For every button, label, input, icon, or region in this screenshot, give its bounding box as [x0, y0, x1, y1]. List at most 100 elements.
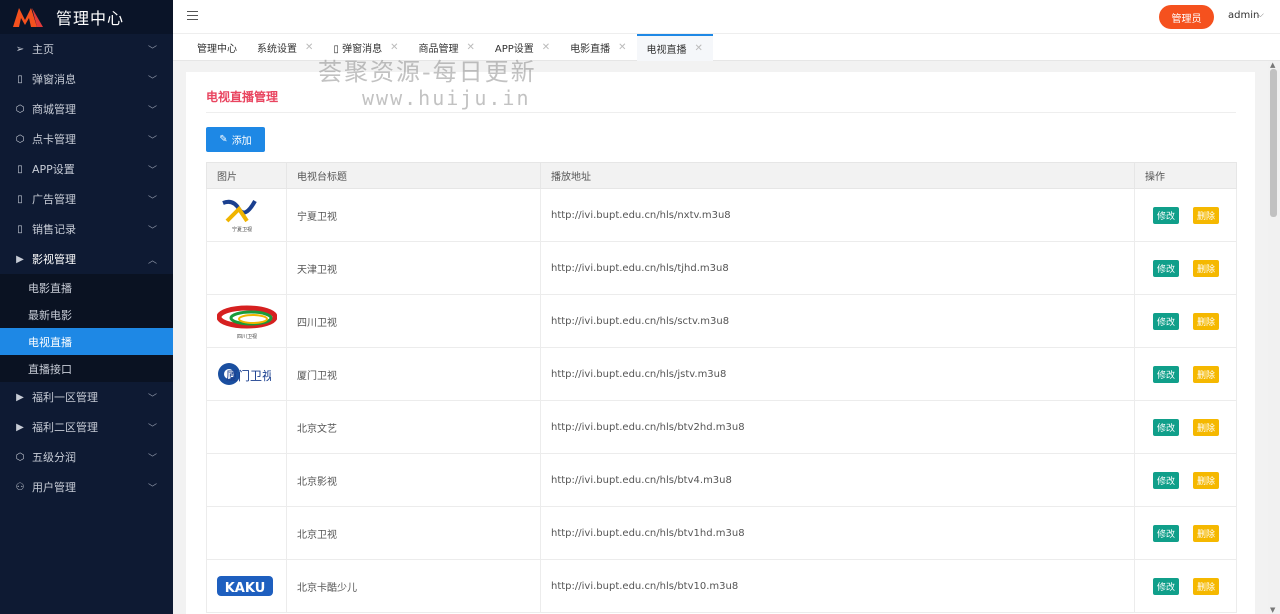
- header-actions: 操作: [1134, 162, 1237, 189]
- sidebar-item-label: 商城管理: [32, 103, 76, 116]
- sidebar-item-8[interactable]: ▶ 影视管理 ︿: [0, 244, 173, 274]
- channel-url: http://ivi.bupt.edu.cn/hls/btv1hd.m3u8: [540, 506, 1135, 560]
- brand-title: 管理中心: [56, 9, 125, 28]
- delete-button[interactable]: 删除: [1193, 365, 1220, 383]
- actions-cell: 修改 删除: [1134, 294, 1237, 348]
- chevron-down-icon: ﹀: [147, 135, 157, 146]
- chevron-down-icon: ﹀: [147, 195, 157, 206]
- channel-title: 宁夏卫视: [286, 188, 541, 242]
- edit-button[interactable]: 修改: [1153, 312, 1180, 330]
- sidebar-item-label: 五级分润: [32, 451, 76, 464]
- actions-cell: 修改 删除: [1134, 241, 1237, 295]
- user-name[interactable]: admin: [1228, 10, 1259, 21]
- header-image: 图片: [206, 162, 287, 189]
- chevron-down-icon[interactable]: ⌵: [1257, 10, 1264, 20]
- sidebar-item-6[interactable]: ▯ 广告管理 ﹀: [0, 184, 173, 214]
- sub-item-4[interactable]: 直播接口: [0, 355, 173, 382]
- ningxia-tv-logo: 宁夏卫视: [222, 199, 257, 233]
- delete-button[interactable]: 删除: [1193, 259, 1220, 277]
- tab-label: 管理中心: [197, 44, 237, 55]
- channel-image-cell: 厦门卫视: [206, 347, 287, 401]
- sidebar-item-after-4[interactable]: ⚇ 用户管理 ﹀: [0, 472, 173, 502]
- delete-button[interactable]: 删除: [1193, 471, 1220, 489]
- scroll-down-icon[interactable]: ▼: [1270, 606, 1275, 614]
- edit-button[interactable]: 修改: [1153, 365, 1180, 383]
- tab-6[interactable]: 电影直播 ✕: [560, 34, 636, 61]
- tab-7[interactable]: 电视直播 ✕: [636, 34, 713, 61]
- chevron-down-icon: ﹀: [147, 165, 157, 176]
- table-row: 北京影视 http://ivi.bupt.edu.cn/hls/btv4.m3u8…: [206, 453, 1237, 507]
- channel-url: http://ivi.bupt.edu.cn/hls/btv10.m3u8: [540, 559, 1135, 613]
- sidebar: 管理中心 ➢ 主页 ﹀ ▯ 弹窗消息 ﹀ ⬡ 商城管理 ﹀ ⬡ 点卡管理 ﹀ ▯ APP设置 ﹀ ▯ 广告管理 ﹀…: [0, 0, 173, 614]
- chevron-down-icon: ﹀: [147, 423, 157, 434]
- actions-cell: 修改 删除: [1134, 400, 1237, 454]
- actions-cell: 修改 删除: [1134, 453, 1237, 507]
- xiamen-logo-text: 厦门卫视: [226, 368, 271, 383]
- add-button-label: 添加: [231, 136, 252, 147]
- delete-button[interactable]: 删除: [1193, 206, 1220, 224]
- sidebar-item-after-1[interactable]: ▶ 福利一区管理 ﹀: [0, 382, 173, 412]
- sidebar-item-1[interactable]: ➢ 主页 ﹀: [0, 34, 173, 64]
- role-badge-button[interactable]: 管理员: [1159, 5, 1214, 29]
- edit-button[interactable]: 修改: [1153, 577, 1180, 595]
- edit-button[interactable]: 修改: [1153, 259, 1180, 277]
- chevron-down-icon: ﹀: [147, 483, 157, 494]
- channel-url: http://ivi.bupt.edu.cn/hls/btv4.m3u8: [540, 453, 1135, 507]
- sub-menu-video: 电影直播 最新电影 电视直播 直播接口: [0, 274, 173, 382]
- channel-title: 四川卫视: [286, 294, 541, 348]
- tab-2[interactable]: 系统设置 ✕: [247, 34, 323, 61]
- mobile-icon: ▯: [17, 73, 23, 85]
- close-icon[interactable]: ✕: [695, 43, 703, 54]
- watermark-line1: 荟聚资源-每日更新: [318, 58, 537, 86]
- edit-button[interactable]: 修改: [1153, 206, 1180, 224]
- sichuan-logo-text: 四川卫视: [237, 333, 257, 340]
- channel-image-cell: KAKU: [206, 559, 287, 613]
- channel-image-cell: 四川卫视: [206, 294, 287, 348]
- menu-toggle-icon[interactable]: [187, 11, 198, 21]
- sidebar-item-2[interactable]: ▯ 弹窗消息 ﹀: [0, 64, 173, 94]
- table-row: 北京卫视 http://ivi.bupt.edu.cn/hls/btv1hd.m3…: [206, 506, 1237, 560]
- sidebar-item-7[interactable]: ▯ 销售记录 ﹀: [0, 214, 173, 244]
- channel-title: 北京文艺: [286, 400, 541, 454]
- delete-button[interactable]: 删除: [1193, 577, 1220, 595]
- send-icon: ➢: [15, 43, 25, 55]
- sub-item-1[interactable]: 电影直播: [0, 274, 173, 301]
- sub-item-3[interactable]: 电视直播: [0, 328, 173, 355]
- sidebar-item-label: 主页: [32, 43, 54, 56]
- channel-title: 北京卫视: [286, 506, 541, 560]
- top-header: 管理员 admin ⌵: [173, 0, 1280, 34]
- scroll-up-icon[interactable]: ▲: [1270, 61, 1275, 69]
- sidebar-item-4[interactable]: ⬡ 点卡管理 ﹀: [0, 124, 173, 154]
- channel-title: 天津卫视: [286, 241, 541, 295]
- tab-1[interactable]: 管理中心: [187, 34, 247, 61]
- table-row: 北京文艺 http://ivi.bupt.edu.cn/hls/btv2hd.m3…: [206, 400, 1237, 454]
- channel-url: http://ivi.bupt.edu.cn/hls/jstv.m3u8: [540, 347, 1135, 401]
- add-button[interactable]: ✎ 添加: [206, 127, 265, 152]
- scroll-thumb[interactable]: [1270, 69, 1277, 217]
- kaku-logo-text: KAKU: [225, 581, 266, 596]
- actions-cell: 修改 删除: [1134, 506, 1237, 560]
- brand-logo[interactable]: 管理中心: [0, 0, 173, 34]
- edit-button[interactable]: 修改: [1153, 471, 1180, 489]
- sidebar-item-label: APP设置: [32, 163, 75, 176]
- title-divider: [206, 112, 1236, 113]
- delete-button[interactable]: 删除: [1193, 524, 1220, 542]
- vertical-scrollbar[interactable]: ▲ ▼: [1268, 61, 1280, 614]
- cube-icon: ⬡: [15, 103, 25, 115]
- actions-cell: 修改 删除: [1134, 347, 1237, 401]
- channel-image-cell: [206, 506, 287, 560]
- edit-button[interactable]: 修改: [1153, 524, 1180, 542]
- delete-button[interactable]: 删除: [1193, 418, 1220, 436]
- close-icon[interactable]: ✕: [542, 42, 550, 53]
- sidebar-item-5[interactable]: ▯ APP设置 ﹀: [0, 154, 173, 184]
- edit-button[interactable]: 修改: [1153, 418, 1180, 436]
- sub-item-2[interactable]: 最新电影: [0, 301, 173, 328]
- channel-image-cell: [206, 453, 287, 507]
- sidebar-item-after-2[interactable]: ▶ 福利二区管理 ﹀: [0, 412, 173, 442]
- channel-title: 北京影视: [286, 453, 541, 507]
- close-icon[interactable]: ✕: [305, 42, 313, 53]
- delete-button[interactable]: 删除: [1193, 312, 1220, 330]
- sidebar-item-after-3[interactable]: ⬡ 五级分润 ﹀: [0, 442, 173, 472]
- sidebar-item-3[interactable]: ⬡ 商城管理 ﹀: [0, 94, 173, 124]
- close-icon[interactable]: ✕: [618, 42, 626, 53]
